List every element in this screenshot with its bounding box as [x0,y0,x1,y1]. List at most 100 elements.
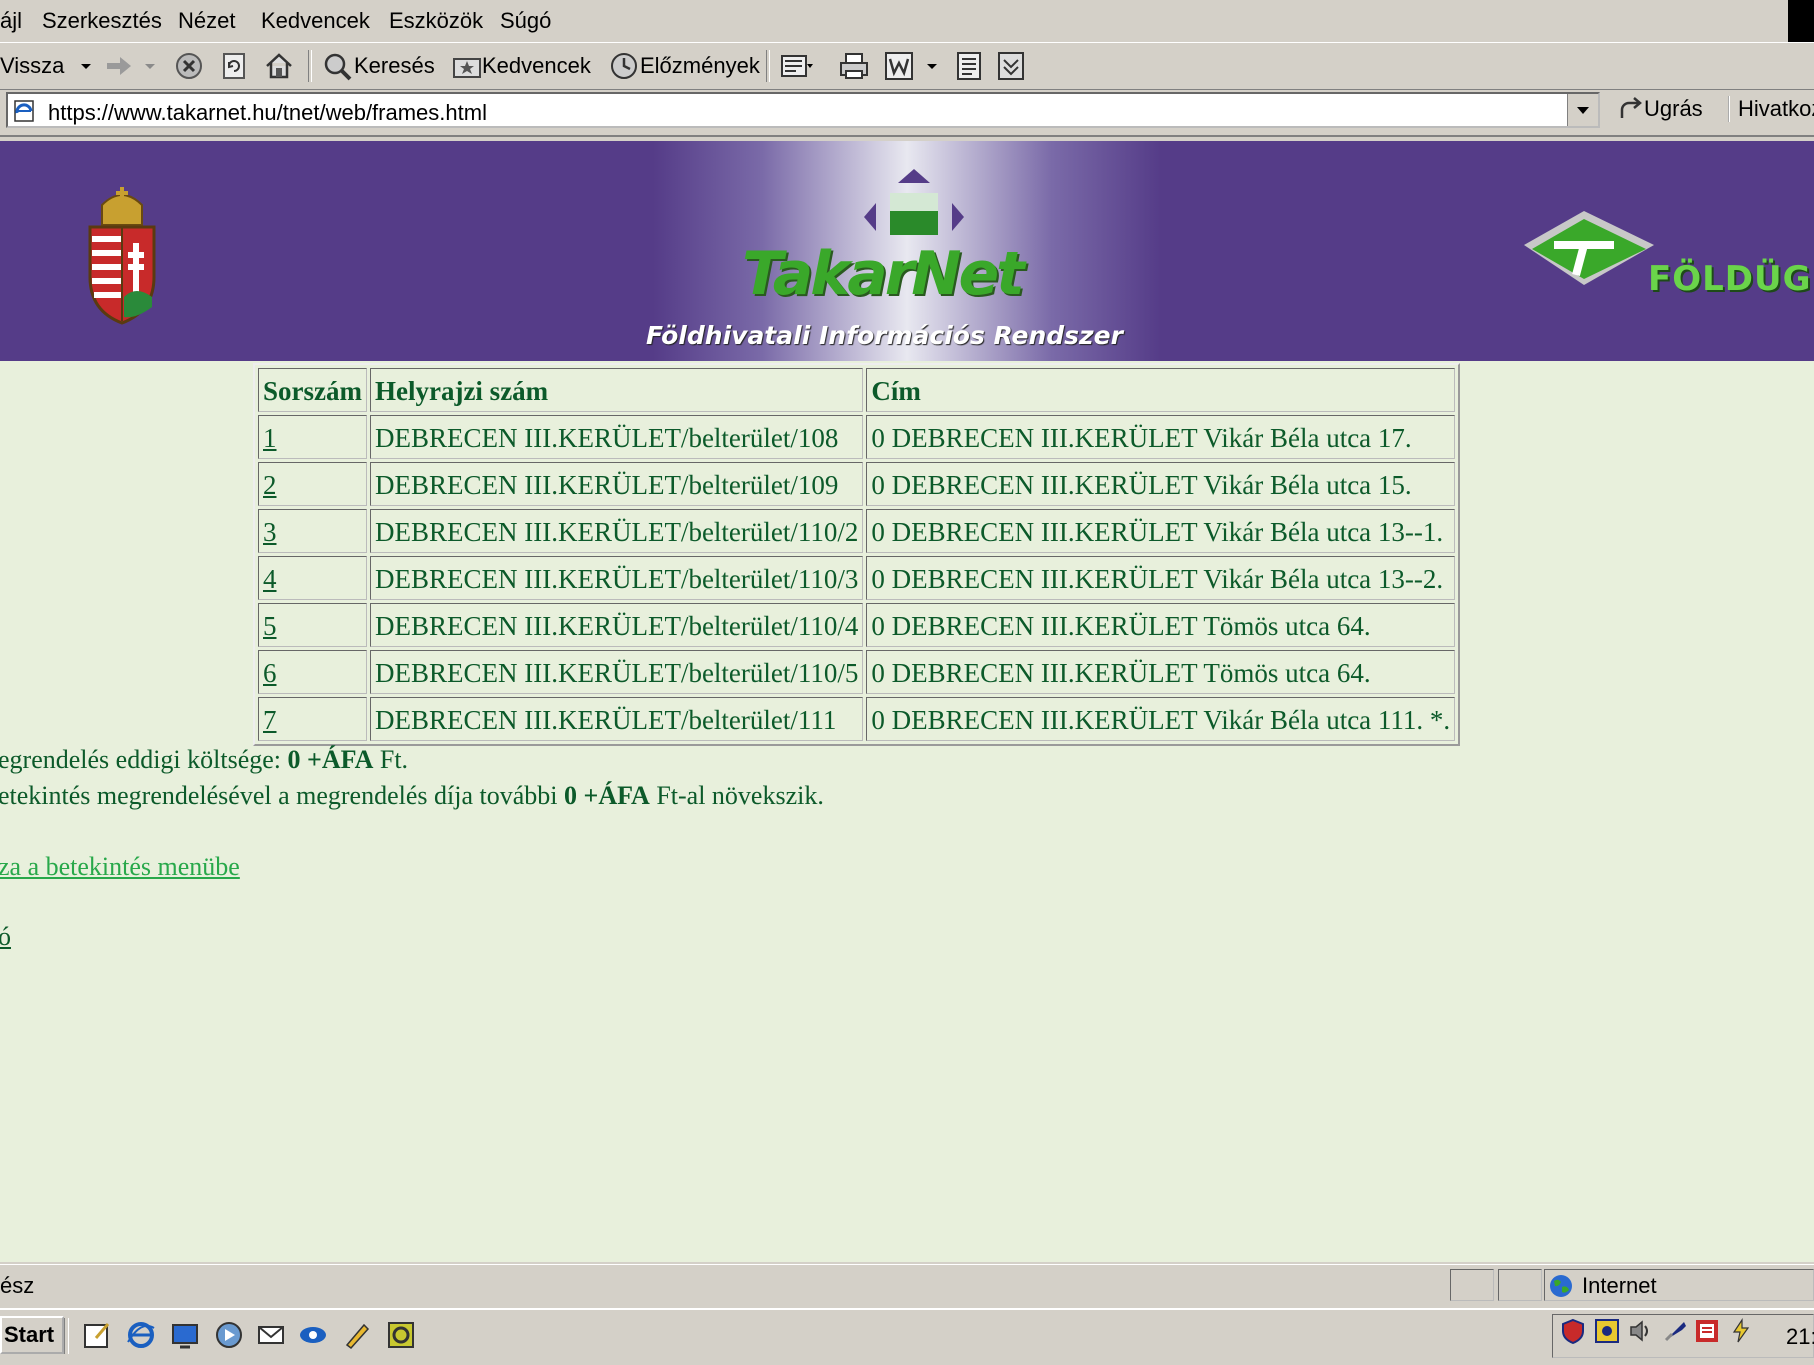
cell-parcel: DEBRECEN III.KERÜLET/belterület/111 [369,697,864,741]
mail-button[interactable] [780,50,814,82]
toolbar-separator [308,50,312,82]
power-icon[interactable] [1728,1318,1754,1344]
chevron-down-icon [1577,107,1589,114]
cell-number: 6 [258,650,367,694]
favorites-folder-icon [453,58,481,78]
back-label: Vissza [0,53,65,78]
tool-icon[interactable] [1662,1318,1688,1344]
header-sorszam: Sorszám [258,368,367,412]
app-tray-icon[interactable] [1694,1318,1720,1344]
favorites-button[interactable]: Kedvencek [452,50,591,82]
forward-button[interactable] [104,50,160,82]
menu-tools[interactable]: Eszközök [389,8,483,34]
row-link[interactable]: 1 [263,423,277,453]
cell-number: 1 [258,415,367,459]
cell-address: 0 DEBRECEN III.KERÜLET Vikár Béla utca 1… [866,462,1456,506]
table-row: 4 DEBRECEN III.KERÜLET/belterület/110/3 … [258,556,1456,600]
order-cost-prefix: egrendelés eddigi költsége: [0,745,288,774]
go-arrow-icon [1620,97,1642,118]
history-label: Előzmények [640,53,760,78]
table-header-row: Sorszám Helyrajzi szám Cím [258,368,1456,412]
cell-parcel: DEBRECEN III.KERÜLET/belterület/110/4 [369,603,864,647]
address-dropdown-button[interactable] [1567,94,1598,126]
row-link[interactable]: 2 [263,470,277,500]
menu-favorites[interactable]: Kedvencek [261,8,370,34]
table-row: 1 DEBRECEN III.KERÜLET/belterület/108 0 … [258,415,1456,459]
cell-address: 0 DEBRECEN III.KERÜLET Vikár Béla utca 1… [866,415,1456,459]
row-link[interactable]: 5 [263,611,277,641]
takarnet-brand: TakarNet [742,239,1025,309]
media-player-icon[interactable] [214,1320,244,1350]
cell-parcel: DEBRECEN III.KERÜLET/belterület/110/5 [369,650,864,694]
search-icon [324,53,352,81]
menu-bar: ájl Szerkesztés Nézet Kedvencek Eszközök… [0,0,1814,43]
cell-address: 0 DEBRECEN III.KERÜLET Vikár Béla utca 1… [866,509,1456,553]
network-icon[interactable] [1594,1318,1620,1344]
header-helyrajzi-szam: Helyrajzi szám [369,368,864,412]
status-cell [1450,1269,1494,1301]
menu-help[interactable]: Súgó [500,8,551,34]
other-link[interactable]: ó [0,922,11,952]
menu-edit[interactable]: Szerkesztés [42,8,162,34]
extra-cost-suffix: Ft-al növekszik. [649,781,824,810]
cell-parcel: DEBRECEN III.KERÜLET/belterület/109 [369,462,864,506]
table-row: 6 DEBRECEN III.KERÜLET/belterület/110/5 … [258,650,1456,694]
history-button[interactable]: Előzmények [608,50,760,82]
cell-number: 5 [258,603,367,647]
back-button[interactable]: Vissza [0,50,96,82]
mail-icon[interactable] [256,1320,286,1350]
extra-cost-prefix: etekintés megrendelésével a megrendelés … [0,781,564,810]
home-button[interactable] [264,50,294,82]
toolbar: Vissza Keresés Kedvencek Előzmények [0,44,1814,90]
menu-view[interactable]: Nézet [178,8,235,34]
order-cost-value: 0 +ÁFA [287,745,374,774]
page-content: TakarNet Földhivatali Információs Rendsz… [0,141,1814,1262]
zone-label: Internet [1582,1273,1657,1298]
edit-button[interactable] [884,50,942,82]
print-button[interactable] [838,50,870,82]
table-row: 2 DEBRECEN III.KERÜLET/belterület/109 0 … [258,462,1456,506]
status-text: ész [0,1273,35,1298]
refresh-button[interactable] [220,50,248,82]
stop-button[interactable] [174,50,204,82]
printer-icon [840,53,868,79]
back-to-menu-link[interactable]: za a betekintés menübe [0,852,240,882]
row-link[interactable]: 6 [263,658,277,688]
cell-number: 4 [258,556,367,600]
cell-parcel: DEBRECEN III.KERÜLET/belterület/110/2 [369,509,864,553]
foldugy-brand: FÖLDÜG [1648,259,1812,299]
refresh-icon [223,53,245,79]
banner-subtitle: Földhivatali Információs Rendszer [646,321,1123,350]
globe-icon [1550,1275,1572,1297]
menu-file[interactable]: ájl [0,8,22,34]
search-button[interactable]: Keresés [322,50,435,82]
row-link[interactable]: 3 [263,517,277,547]
pencil-icon[interactable] [342,1320,372,1350]
internet-explorer-icon[interactable] [126,1320,156,1350]
row-link[interactable]: 4 [263,564,277,594]
links-toolbar-button[interactable]: Hivatkoz [1728,96,1814,122]
banner: TakarNet Földhivatali Információs Rendsz… [0,141,1814,361]
order-cost-line: egrendelés eddigi költsége: 0 +ÁFA Ft. [0,745,408,775]
go-label: Ugrás [1644,96,1703,121]
desktop-icon[interactable] [170,1320,200,1350]
address-input[interactable]: https://www.takarnet.hu/tnet/web/frames.… [6,92,1600,128]
start-button[interactable]: Start [0,1316,65,1354]
messenger-button[interactable] [996,50,1026,82]
app-icon[interactable] [386,1320,416,1350]
volume-icon[interactable] [1628,1318,1654,1344]
row-link[interactable]: 7 [263,705,277,735]
notepad-icon[interactable] [82,1320,112,1350]
discuss-button[interactable] [954,50,984,82]
antivirus-shield-icon[interactable] [1560,1318,1586,1344]
cell-number: 7 [258,697,367,741]
table-row: 3 DEBRECEN III.KERÜLET/belterület/110/2 … [258,509,1456,553]
chevron-down-icon [145,64,155,69]
go-button[interactable]: Ugrás [1618,96,1703,122]
messenger-icon[interactable] [298,1320,328,1350]
taskbar: Start 21: [0,1308,1814,1365]
table-row: 5 DEBRECEN III.KERÜLET/belterület/110/4 … [258,603,1456,647]
chevron-down-icon [927,64,937,69]
cell-number: 2 [258,462,367,506]
home-icon [266,53,292,79]
